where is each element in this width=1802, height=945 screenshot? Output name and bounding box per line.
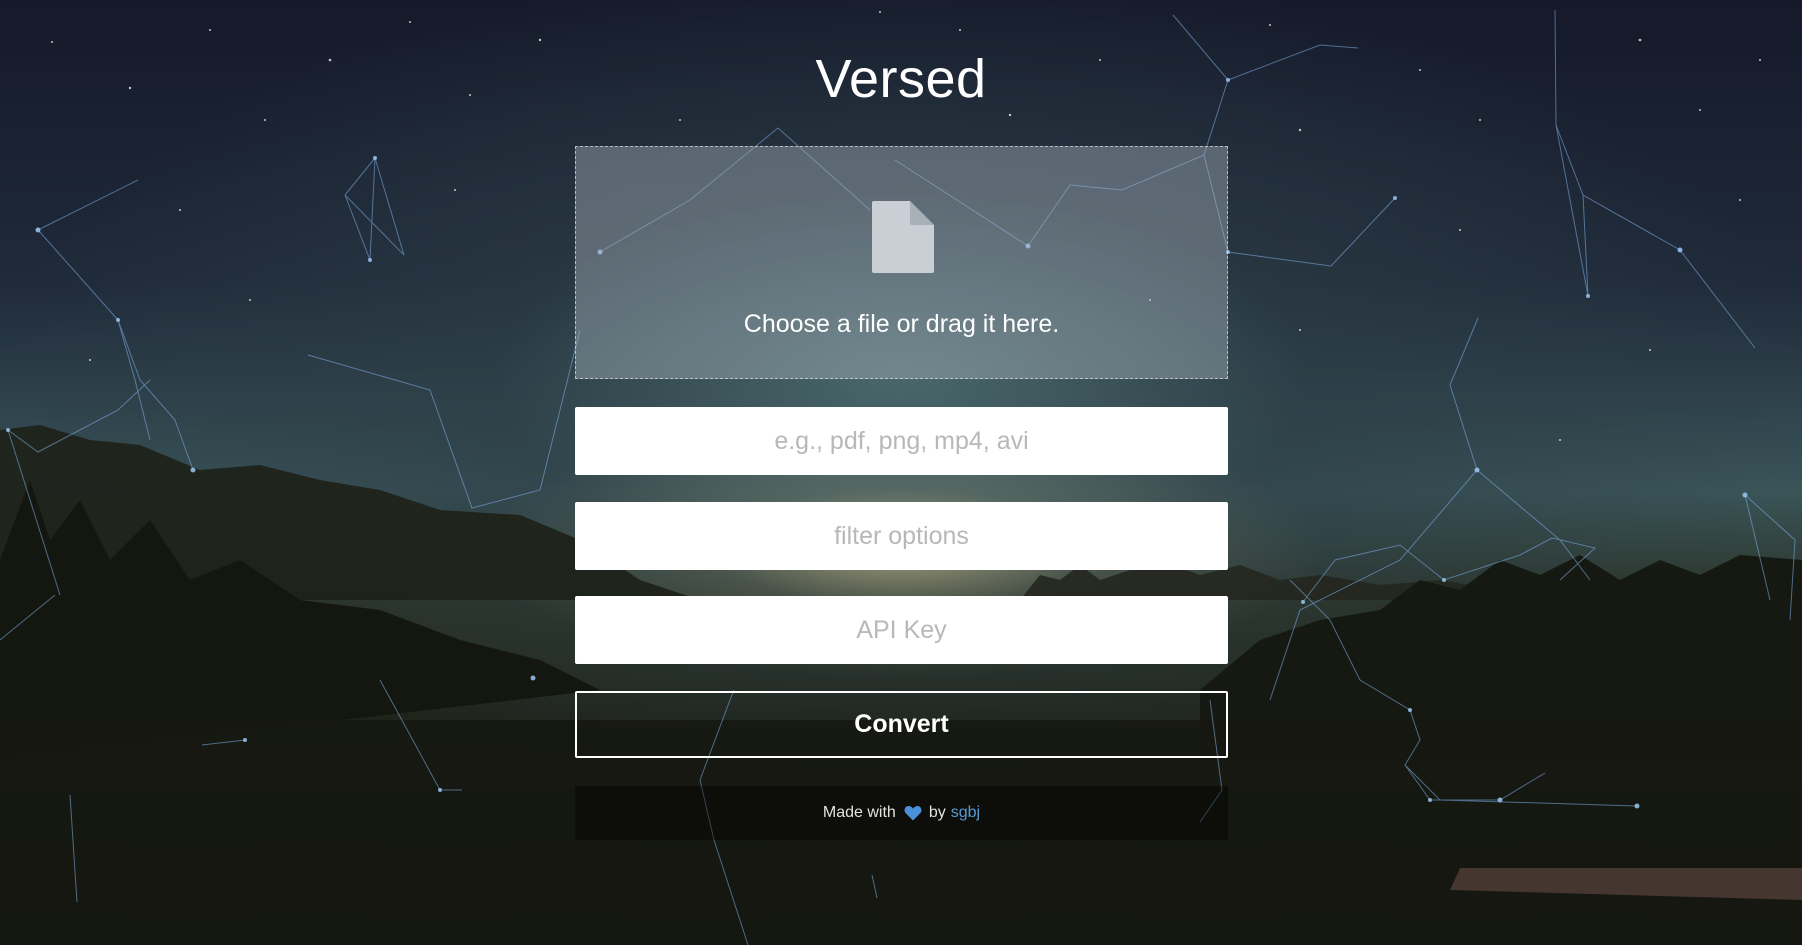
- file-dropzone[interactable]: Choose a file or drag it here.: [575, 146, 1228, 379]
- footer-by: by: [928, 804, 946, 821]
- footer-made-with: Made with: [822, 804, 896, 821]
- page-title: Versed: [815, 49, 987, 109]
- heart-icon: [904, 806, 922, 821]
- dropzone-label: Choose a file or drag it here.: [743, 310, 1060, 338]
- file-icon: [872, 201, 934, 273]
- target-format-input[interactable]: [575, 407, 1228, 475]
- filter-options-input[interactable]: [575, 502, 1228, 570]
- convert-button[interactable]: Convert: [575, 691, 1228, 758]
- footer: Made with by sgbj: [575, 786, 1228, 840]
- author-link[interactable]: sgbj: [951, 804, 980, 822]
- api-key-input[interactable]: [575, 596, 1228, 664]
